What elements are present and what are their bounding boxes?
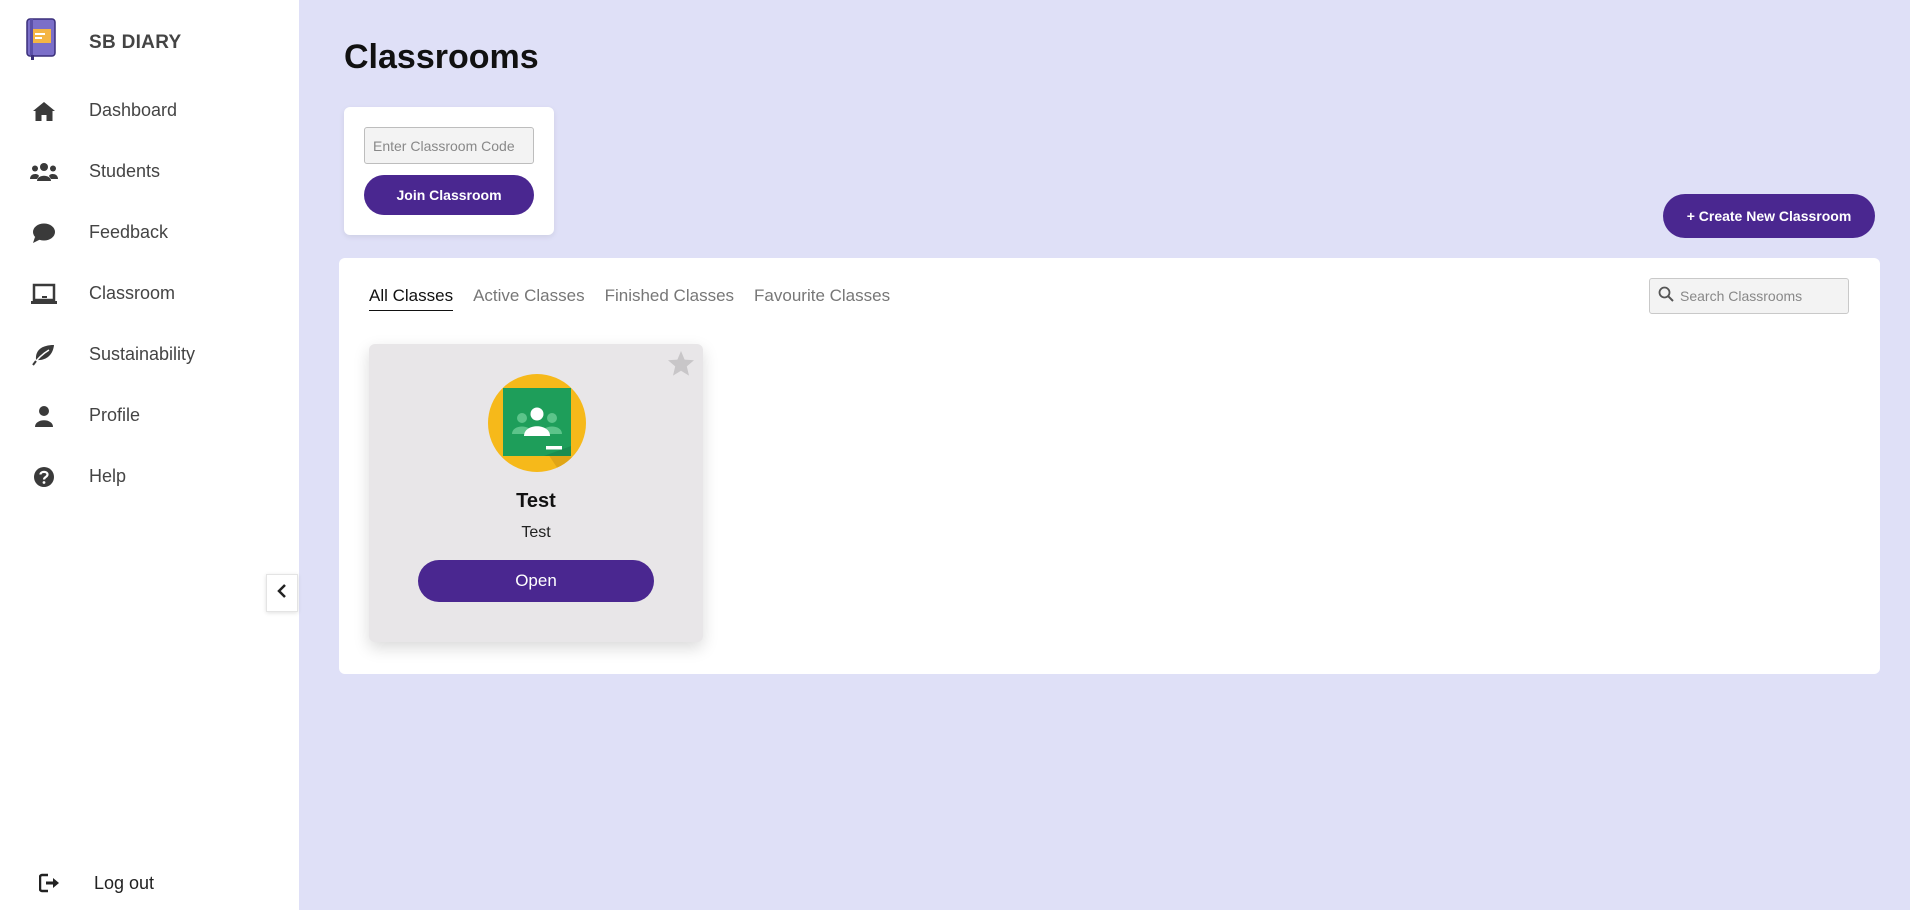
join-classroom-button[interactable]: Join Classroom bbox=[364, 175, 534, 215]
brand[interactable]: SB DIARY bbox=[24, 18, 181, 60]
sidebar-item-classroom[interactable]: Classroom bbox=[0, 263, 299, 324]
sign-out-icon bbox=[36, 869, 64, 897]
question-circle-icon bbox=[30, 463, 58, 491]
tab-active-classes[interactable]: Active Classes bbox=[473, 286, 584, 311]
page-title: Classrooms bbox=[344, 38, 539, 76]
users-icon bbox=[30, 158, 58, 186]
leaf-icon bbox=[30, 341, 58, 369]
sidebar-item-label: Dashboard bbox=[89, 100, 178, 120]
classroom-name: Test bbox=[516, 490, 556, 512]
tab-all-classes[interactable]: All Classes bbox=[369, 286, 454, 311]
open-classroom-button[interactable]: Open bbox=[418, 560, 654, 602]
class-filter-tabs: All Classes Active Classes Finished Clas… bbox=[369, 286, 910, 311]
sidebar-item-profile[interactable]: Profile bbox=[0, 385, 299, 446]
home-icon bbox=[30, 97, 58, 125]
sidebar-item-students[interactable]: Students bbox=[0, 141, 299, 202]
sidebar-item-feedback[interactable]: Feedback bbox=[0, 202, 299, 263]
sidebar-item-dashboard[interactable]: Dashboard bbox=[0, 80, 299, 141]
collapse-sidebar-button[interactable] bbox=[266, 574, 298, 612]
comment-icon bbox=[30, 219, 58, 247]
tab-favourite-classes[interactable]: Favourite Classes bbox=[754, 286, 890, 311]
classroom-card: Test Test Open bbox=[369, 344, 703, 642]
chevron-left-icon bbox=[277, 583, 287, 603]
tab-finished-classes[interactable]: Finished Classes bbox=[605, 286, 734, 311]
sidebar: SB DIARY Dashboard Students Feedback Cla… bbox=[0, 0, 299, 910]
create-classroom-button[interactable]: + Create New Classroom bbox=[1663, 194, 1875, 238]
sidebar-item-label: Profile bbox=[89, 405, 141, 425]
classrooms-panel: All Classes Active Classes Finished Clas… bbox=[339, 258, 1880, 674]
laptop-icon bbox=[30, 280, 58, 308]
sidebar-item-label: Feedback bbox=[89, 222, 169, 242]
logout-label: Log out bbox=[94, 872, 155, 893]
join-classroom-card: Join Classroom bbox=[344, 107, 554, 235]
sidebar-item-label: Classroom bbox=[89, 283, 176, 303]
diary-logo-icon bbox=[24, 18, 58, 60]
user-icon bbox=[30, 402, 58, 430]
classroom-subtitle: Test bbox=[521, 524, 551, 541]
sidebar-item-sustainability[interactable]: Sustainability bbox=[0, 324, 299, 385]
sidebar-item-help[interactable]: Help bbox=[0, 446, 299, 507]
logout-button[interactable]: Log out bbox=[0, 862, 154, 904]
search-classrooms-input[interactable] bbox=[1680, 288, 1840, 304]
sidebar-item-label: Sustainability bbox=[89, 344, 196, 364]
classroom-code-input[interactable] bbox=[364, 127, 534, 164]
search-box bbox=[1649, 278, 1849, 314]
star-icon[interactable] bbox=[667, 350, 695, 382]
google-classroom-icon bbox=[488, 374, 586, 472]
sidebar-item-label: Help bbox=[89, 466, 127, 486]
search-icon bbox=[1658, 286, 1674, 307]
sidebar-nav: Dashboard Students Feedback Classroom Su… bbox=[0, 80, 299, 507]
brand-name: SB DIARY bbox=[89, 32, 182, 53]
sidebar-item-label: Students bbox=[89, 161, 161, 181]
